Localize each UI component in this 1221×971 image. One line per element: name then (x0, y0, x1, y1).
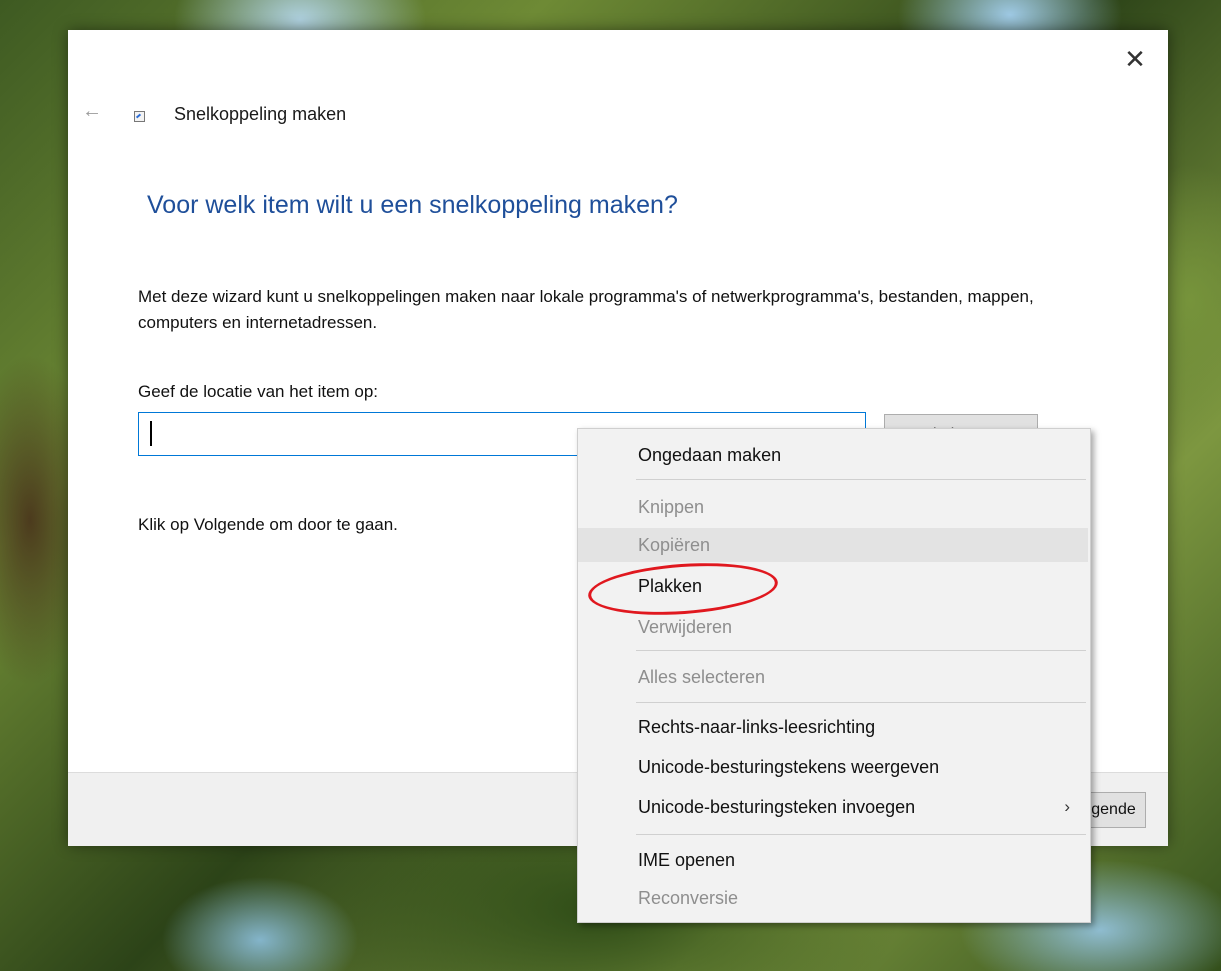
page-heading: Voor welk item wilt u een snelkoppeling … (147, 191, 678, 219)
menu-item-open-ime[interactable]: IME openen (578, 843, 1088, 877)
context-menu: Ongedaan maken Knippen Kopiëren Plakken … (577, 428, 1091, 923)
menu-item-copy[interactable]: Kopiëren (578, 528, 1088, 562)
wizard-description: Met deze wizard kunt u snelkoppelingen m… (138, 287, 1034, 332)
menu-separator (636, 479, 1086, 480)
menu-item-cut[interactable]: Knippen (578, 490, 1088, 524)
text-caret (150, 421, 152, 446)
menu-item-rtl-reading-order[interactable]: Rechts-naar-links-leesrichting (578, 710, 1088, 744)
menu-item-select-all[interactable]: Alles selecteren (578, 660, 1088, 694)
window-title: Snelkoppeling maken (174, 104, 347, 124)
location-label: Geef de locatie van het item op: (138, 382, 379, 401)
close-icon[interactable]: ✕ (1124, 44, 1146, 74)
menu-separator (636, 702, 1086, 703)
menu-item-insert-unicode-control-char[interactable]: Unicode-besturingsteken invoegen › (578, 790, 1088, 824)
menu-item-label: Unicode-besturingsteken invoegen (638, 797, 916, 817)
next-hint-text: Klik op Volgende om door te gaan. (138, 515, 398, 534)
close-button[interactable]: ✕ (1120, 44, 1150, 74)
menu-item-undo[interactable]: Ongedaan maken (578, 438, 1088, 472)
back-button[interactable]: ← (82, 100, 102, 123)
chevron-right-icon: › (1064, 797, 1070, 816)
menu-separator (636, 650, 1086, 651)
shortcut-icon (134, 111, 145, 122)
menu-item-reconversion[interactable]: Reconversie (578, 881, 1088, 915)
menu-separator (636, 834, 1086, 835)
back-arrow-icon[interactable]: ← (82, 100, 102, 122)
menu-item-delete[interactable]: Verwijderen (578, 610, 1088, 644)
menu-item-show-unicode-control-chars[interactable]: Unicode-besturingstekens weergeven (578, 750, 1088, 784)
